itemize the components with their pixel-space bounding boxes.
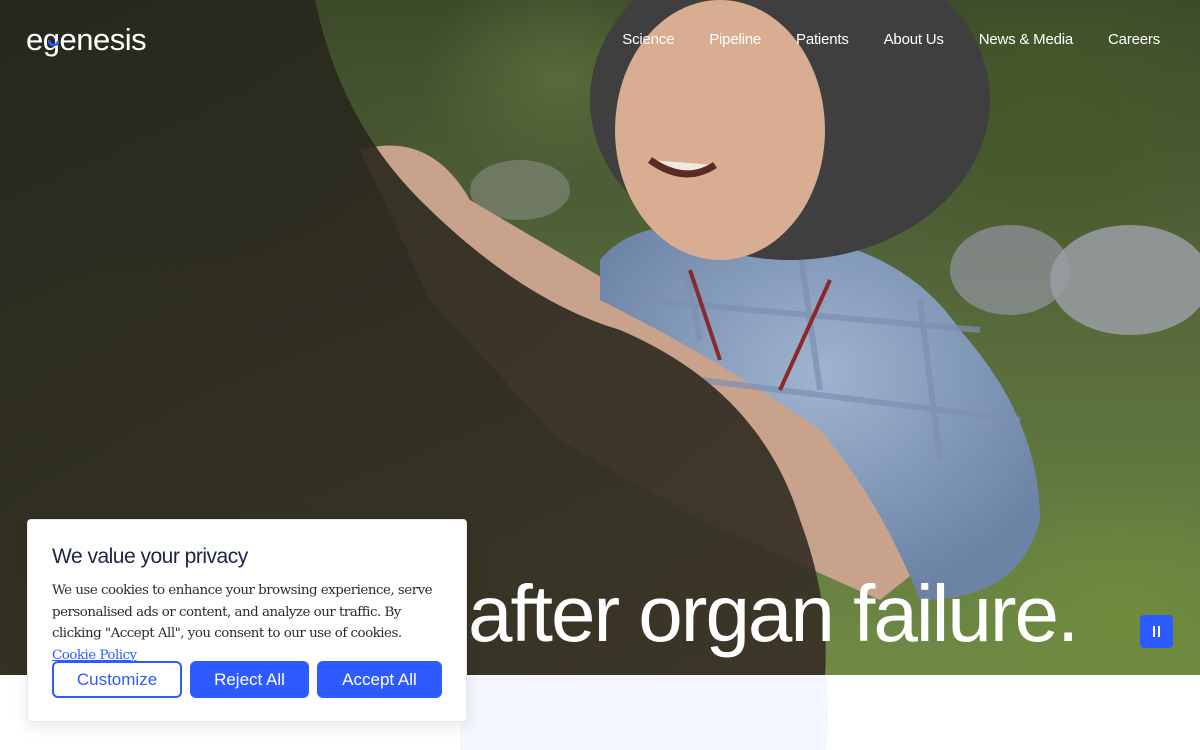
reject-all-button[interactable]: Reject All: [190, 661, 309, 698]
nav-item-patients[interactable]: Patients: [796, 30, 849, 50]
accept-all-button[interactable]: Accept All: [317, 661, 442, 698]
pause-icon-bar: [1158, 626, 1160, 637]
nav-item-science[interactable]: Science: [622, 30, 674, 50]
main-nav: Science Pipeline Patients About Us News …: [622, 30, 1160, 50]
pause-icon: [1153, 626, 1155, 637]
cookie-banner-title: We value your privacy: [52, 545, 248, 568]
hero-headline: after organ failure.: [468, 569, 1079, 658]
logo-mark-icon: [47, 39, 60, 46]
nav-item-careers[interactable]: Careers: [1108, 30, 1160, 50]
nav-item-pipeline[interactable]: Pipeline: [709, 30, 761, 50]
nav-item-about-us[interactable]: About Us: [884, 30, 944, 50]
nav-item-news-media[interactable]: News & Media: [979, 30, 1074, 50]
customize-button[interactable]: Customize: [52, 661, 182, 698]
logo-text: egenesis: [26, 22, 147, 57]
cookie-banner-body: We use cookies to enhance your browsing …: [52, 583, 433, 641]
egenesis-logo[interactable]: egenesis: [26, 22, 147, 58]
video-pause-button[interactable]: [1140, 615, 1173, 648]
cookie-consent-banner: We value your privacy We use cookies to …: [27, 519, 467, 722]
cookie-banner-text: We use cookies to enhance your browsing …: [52, 580, 447, 666]
